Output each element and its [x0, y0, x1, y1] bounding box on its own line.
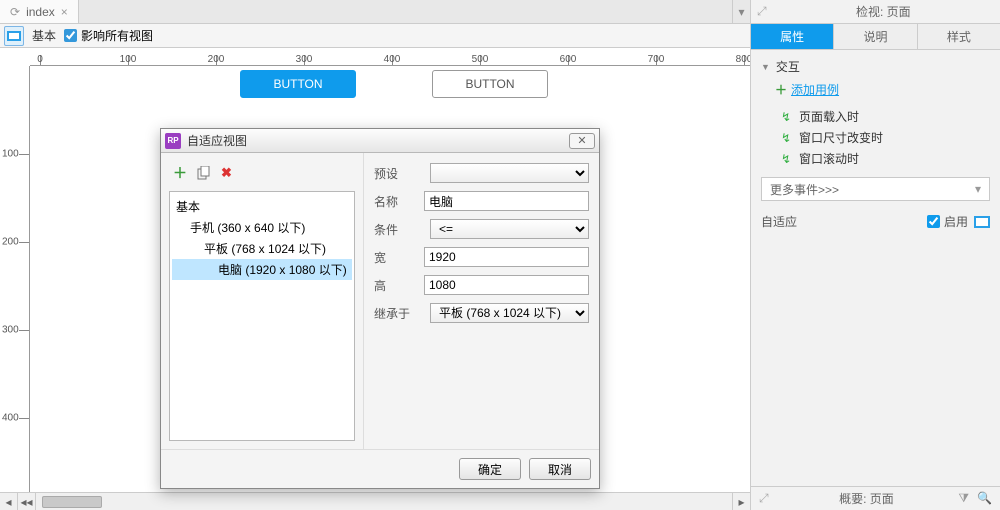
scroll-left-button[interactable]: ◂	[0, 493, 18, 510]
inspector-panel: ⤢ 检视: 页面 属性 说明 样式 ▼ 交互 ＋ 添加用例 页面载入时 窗口尺寸…	[750, 0, 1000, 510]
tree-item[interactable]: 平板 (768 x 1024 以下)	[172, 238, 352, 259]
horizontal-scrollbar[interactable]: ◂ ◂◂ ▸	[0, 492, 750, 510]
dialog-titlebar[interactable]: RP 自适应视图 ✕	[161, 129, 599, 153]
ok-button[interactable]: 确定	[459, 458, 521, 480]
condition-label: 条件	[374, 221, 422, 238]
app-logo-icon: RP	[165, 133, 181, 149]
name-input[interactable]	[424, 191, 589, 211]
enable-adaptive-checkbox[interactable]: 启用	[927, 213, 968, 230]
collapse-icon[interactable]: ⤢	[759, 491, 769, 506]
chevron-down-icon: ▾	[975, 182, 981, 196]
scroll-left-button-2[interactable]: ◂◂	[18, 493, 36, 510]
inspector-tabs: 属性 说明 样式	[751, 24, 1000, 50]
tree-root[interactable]: 基本	[172, 196, 352, 217]
preset-select[interactable]	[430, 163, 589, 183]
delete-view-button[interactable]: ✖	[221, 165, 232, 181]
widget-button-secondary[interactable]: BUTTON	[432, 70, 548, 98]
reload-icon[interactable]: ⟳	[10, 5, 20, 19]
close-icon[interactable]: ×	[61, 5, 68, 19]
outline-panel-header[interactable]: ⤢ 概要: 页面 ⧩ 🔍	[751, 486, 1000, 510]
collapse-icon[interactable]: ⤢	[757, 4, 767, 19]
event-icon	[779, 110, 793, 124]
cancel-button[interactable]: 取消	[529, 458, 591, 480]
event-icon	[779, 131, 793, 145]
tab-notes[interactable]: 说明	[834, 24, 917, 49]
add-case-link[interactable]: ＋ 添加用例	[775, 81, 990, 98]
tab-menu-chevron[interactable]: ▾	[732, 0, 750, 23]
plus-icon: ＋	[775, 81, 787, 98]
width-input[interactable]	[424, 247, 589, 267]
tab-styles[interactable]: 样式	[918, 24, 1000, 49]
triangle-down-icon: ▼	[761, 62, 770, 72]
inspector-title: 检视: 页面	[773, 3, 994, 20]
adaptive-label: 自适应	[761, 213, 797, 230]
add-view-button[interactable]: ＋	[173, 163, 187, 183]
event-icon	[779, 152, 793, 166]
inspector-header: ⤢ 检视: 页面	[751, 0, 1000, 24]
ruler-horizontal: 0100200300400500600700800	[30, 48, 750, 66]
height-label: 高	[374, 277, 416, 294]
document-tab[interactable]: ⟳ index ×	[0, 0, 79, 23]
event-item[interactable]: 窗口尺寸改变时	[761, 127, 990, 148]
search-icon[interactable]: 🔍	[977, 491, 992, 506]
inherit-select[interactable]: 平板 (768 x 1024 以下)	[430, 303, 589, 323]
tree-item[interactable]: 手机 (360 x 640 以下)	[172, 217, 352, 238]
duplicate-view-button[interactable]	[197, 166, 211, 180]
affect-all-views-checkbox[interactable]: 影响所有视图	[64, 27, 153, 44]
adaptive-views-dialog: RP 自适应视图 ✕ ＋ ✖ 基本	[160, 128, 600, 489]
dialog-close-button[interactable]: ✕	[569, 133, 595, 149]
views-tree[interactable]: 基本 手机 (360 x 640 以下) 平板 (768 x 1024 以下) …	[169, 191, 355, 441]
filter-icon[interactable]: ⧩	[958, 491, 969, 506]
dialog-title: 自适应视图	[187, 132, 247, 149]
more-events-dropdown[interactable]: 更多事件>>>▾	[761, 177, 990, 201]
tab-properties[interactable]: 属性	[751, 24, 834, 49]
scroll-right-button[interactable]: ▸	[732, 493, 750, 510]
event-item[interactable]: 窗口滚动时	[761, 148, 990, 169]
height-input[interactable]	[424, 275, 589, 295]
tree-item-selected[interactable]: 电脑 (1920 x 1080 以下)	[172, 259, 352, 280]
preset-label: 预设	[374, 165, 422, 182]
device-icon[interactable]	[974, 216, 990, 228]
event-item[interactable]: 页面载入时	[761, 106, 990, 127]
condition-select[interactable]: <=	[430, 219, 589, 239]
tab-label: index	[26, 5, 55, 19]
adaptive-view-icon[interactable]	[4, 26, 24, 46]
width-label: 宽	[374, 249, 416, 266]
inherit-label: 继承于	[374, 305, 422, 322]
widget-button-primary[interactable]: BUTTON	[240, 70, 356, 98]
ruler-vertical: 100200300400	[0, 66, 30, 510]
canvas-toolbar: 基本 影响所有视图	[0, 24, 750, 48]
name-label: 名称	[374, 193, 416, 210]
outline-title: 概要: 页面	[775, 490, 959, 507]
interactions-section-header[interactable]: ▼ 交互	[761, 58, 990, 75]
document-tab-bar: ⟳ index × ▾	[0, 0, 750, 24]
scrollbar-thumb[interactable]	[42, 496, 102, 508]
basic-view-label: 基本	[32, 27, 56, 44]
